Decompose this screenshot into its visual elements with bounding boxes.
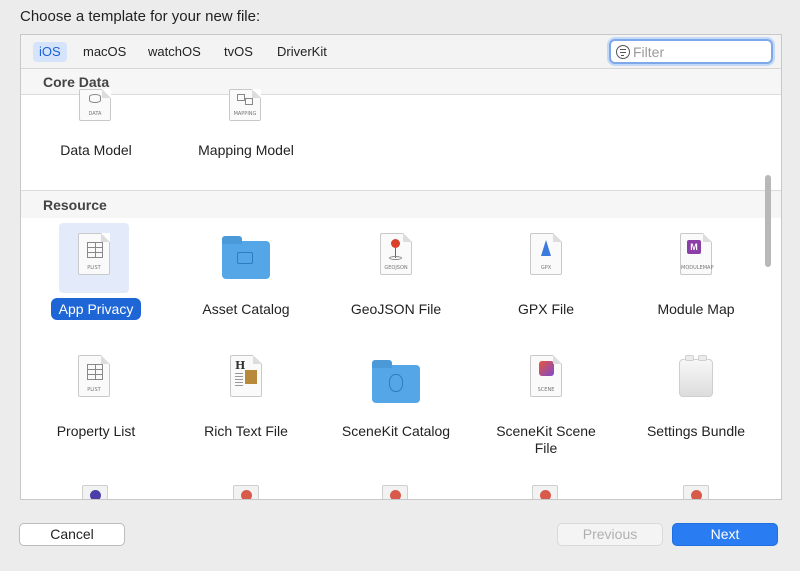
template-app-privacy[interactable]: PLIST App Privacy (21, 223, 171, 343)
vertical-scrollbar[interactable] (765, 175, 771, 267)
filter-input[interactable] (633, 42, 765, 61)
plist-icon: PLIST (78, 233, 110, 275)
rich-text-icon: H (230, 355, 262, 397)
template-label: App Privacy (21, 298, 171, 320)
template-settings-bundle[interactable]: Settings Bundle (621, 345, 771, 465)
partial-template-icon[interactable] (82, 485, 108, 499)
geojson-icon: GEOJSON (380, 233, 412, 275)
cancel-button[interactable]: Cancel (19, 523, 125, 546)
tab-macos[interactable]: macOS (77, 42, 132, 62)
partial-template-icon[interactable] (532, 485, 558, 499)
template-label: Property List (56, 423, 136, 439)
tab-watchos[interactable]: watchOS (142, 42, 207, 62)
module-map-icon: M MODULEMAP (680, 233, 713, 275)
template-label: SceneKit Scene File (496, 423, 596, 456)
template-chooser-panel: iOS macOS watchOS tvOS DriverKit Core Da… (20, 34, 782, 500)
plist-icon: PLIST (78, 355, 110, 397)
template-label: Mapping Model (198, 142, 294, 158)
template-gpx-file[interactable]: GPX GPX File (471, 223, 621, 343)
template-geojson-file[interactable]: GEOJSON GeoJSON File (321, 223, 471, 343)
next-button[interactable]: Next (672, 523, 778, 546)
template-scenekit-catalog[interactable]: SceneKit Catalog (321, 345, 471, 465)
mapping-model-icon: MAPPING (229, 89, 261, 121)
dialog-title: Choose a template for your new file: (20, 8, 261, 25)
partial-template-icon[interactable] (683, 485, 709, 499)
section-header-resource: Resource (21, 190, 781, 218)
template-asset-catalog[interactable]: Asset Catalog (171, 223, 321, 343)
section-header-core-data: Core Data (21, 69, 781, 95)
platform-tab-bar: iOS macOS watchOS tvOS DriverKit (21, 35, 781, 69)
scenekit-catalog-folder-icon (372, 360, 420, 403)
asset-catalog-folder-icon (222, 236, 270, 279)
template-module-map[interactable]: M MODULEMAP Module Map (621, 223, 771, 343)
data-model-icon: DATA (79, 89, 111, 121)
template-label: GPX File (517, 301, 574, 317)
tab-driverkit[interactable]: DriverKit (271, 42, 333, 62)
template-rich-text-file[interactable]: H Rich Text File (171, 345, 321, 465)
tab-tvos[interactable]: tvOS (218, 42, 259, 62)
template-scenekit-scene-file[interactable]: SCENE SceneKit Scene File (471, 345, 621, 465)
template-property-list[interactable]: PLIST Property List (21, 345, 171, 465)
partial-template-icon[interactable] (233, 485, 259, 499)
filter-icon (616, 45, 630, 59)
template-label: Rich Text File (204, 423, 288, 439)
template-label: GeoJSON File (350, 301, 442, 317)
tab-ios[interactable]: iOS (33, 42, 67, 62)
scene-icon: SCENE (530, 355, 562, 397)
template-label: Settings Bundle (646, 423, 746, 439)
filter-field[interactable] (609, 39, 773, 64)
settings-bundle-lego-icon (679, 355, 713, 397)
partial-template-icon[interactable] (382, 485, 408, 499)
template-label: Module Map (657, 301, 735, 317)
template-label: Asset Catalog (202, 301, 290, 317)
template-label: SceneKit Catalog (341, 423, 451, 439)
gpx-icon: GPX (530, 233, 562, 275)
previous-button[interactable]: Previous (557, 523, 663, 546)
template-label: Data Model (60, 142, 132, 158)
